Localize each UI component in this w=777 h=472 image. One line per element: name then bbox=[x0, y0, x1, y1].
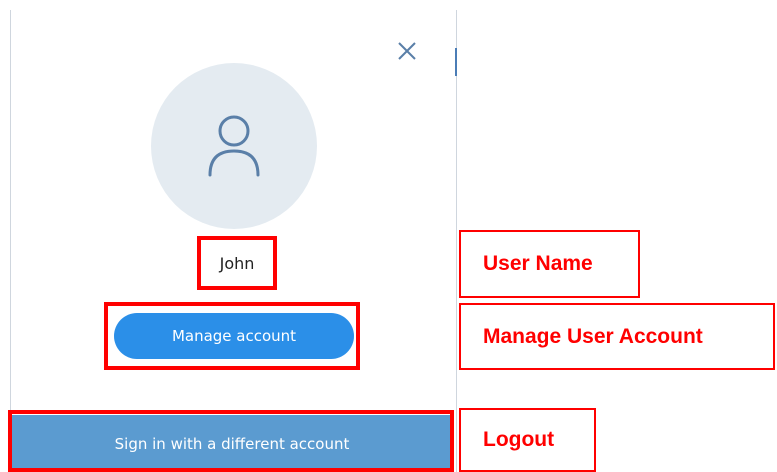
close-button[interactable] bbox=[394, 38, 420, 64]
user-name: John bbox=[219, 253, 255, 273]
close-icon bbox=[398, 42, 416, 60]
user-icon bbox=[208, 115, 260, 177]
avatar bbox=[151, 63, 317, 229]
user-name-callout: User Name bbox=[459, 230, 640, 298]
panel-edge-accent bbox=[455, 48, 457, 76]
logout-callout: Logout bbox=[459, 408, 596, 472]
sign-in-different-account-button[interactable]: Sign in with a different account bbox=[12, 415, 452, 472]
manage-account-callout: Manage User Account bbox=[459, 303, 775, 370]
manage-account-button[interactable]: Manage account bbox=[114, 313, 354, 359]
